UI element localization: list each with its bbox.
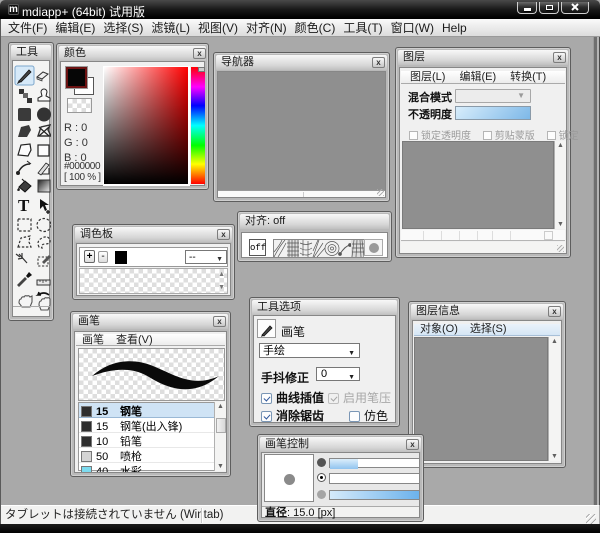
svg-text:T: T	[18, 196, 30, 215]
